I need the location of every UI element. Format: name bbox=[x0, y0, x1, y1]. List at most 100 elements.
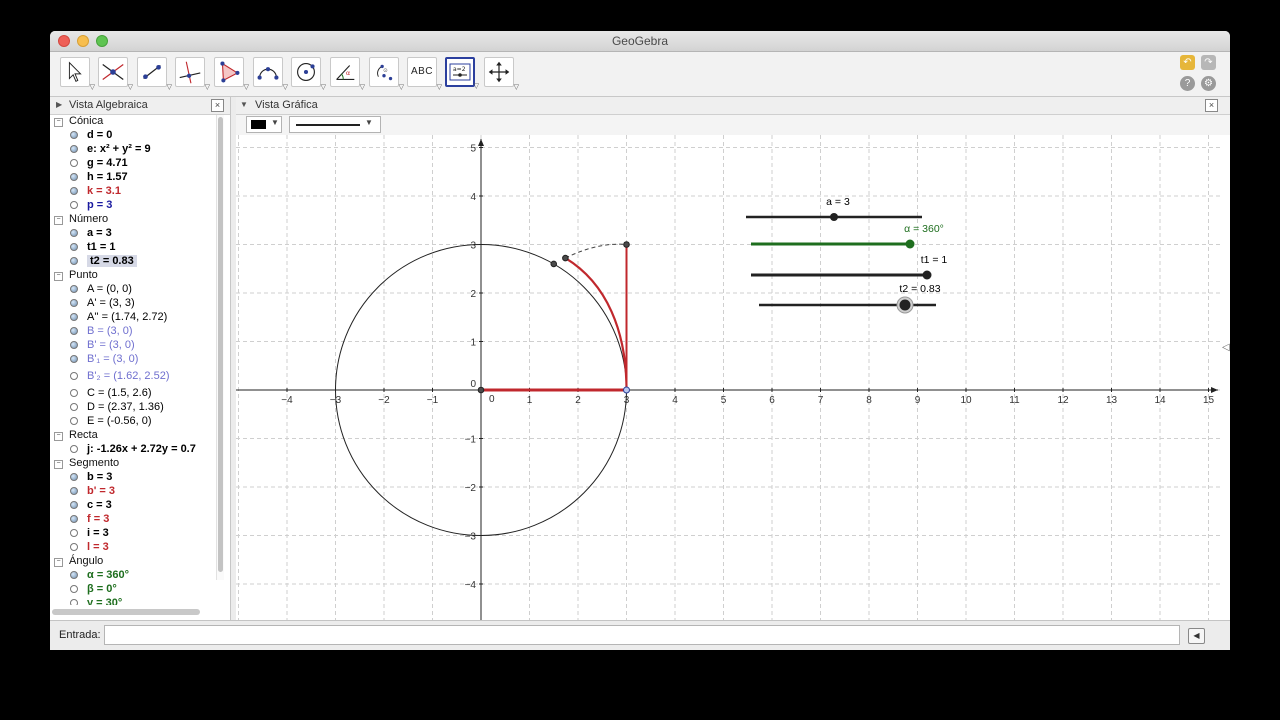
help-icon[interactable]: ? bbox=[1180, 76, 1195, 91]
point[interactable] bbox=[550, 260, 558, 268]
close-graphics-view-button[interactable]: × bbox=[1205, 99, 1218, 112]
category-header[interactable]: − Segmento bbox=[54, 457, 119, 471]
point[interactable] bbox=[562, 254, 569, 262]
algebra-object-row[interactable]: f = 3 bbox=[70, 513, 109, 527]
collapse-box-icon[interactable]: − bbox=[54, 216, 63, 225]
algebra-object-row[interactable]: α = 360° bbox=[70, 569, 129, 583]
algebra-object-row[interactable]: j: -1.26x + 2.72y = 0.7 bbox=[70, 443, 196, 457]
visibility-toggle-icon[interactable] bbox=[70, 543, 78, 551]
category-header[interactable]: − Ángulo bbox=[54, 555, 103, 569]
angle-tool[interactable]: α ▽ bbox=[330, 57, 365, 91]
reflect-tool[interactable]: ⊙ ▽ bbox=[369, 57, 404, 91]
collapse-box-icon[interactable]: − bbox=[54, 272, 63, 281]
input-help-button[interactable]: ◀ bbox=[1188, 628, 1205, 644]
visibility-toggle-icon[interactable] bbox=[70, 571, 78, 579]
algebra-object-row[interactable]: B' = (3, 0) bbox=[70, 339, 135, 353]
visibility-toggle-icon[interactable] bbox=[70, 313, 78, 321]
color-picker[interactable]: ▼ bbox=[246, 116, 282, 133]
algebra-object-row[interactable]: p = 3 bbox=[70, 199, 112, 213]
visibility-toggle-icon[interactable] bbox=[70, 341, 78, 349]
graphics-canvas[interactable]: −4 −3 −2 −1 1 2 3 4 5 6 7 8 9 10 11 12 13 14 1554321−1−2−3… bbox=[236, 135, 1220, 620]
perpendicular-tool[interactable]: ▽ bbox=[175, 57, 210, 91]
visibility-toggle-icon[interactable] bbox=[70, 201, 78, 209]
visibility-toggle-icon[interactable] bbox=[70, 229, 78, 237]
slider-knob[interactable] bbox=[905, 239, 915, 249]
algebra-object-row[interactable]: t1 = 1 bbox=[70, 241, 115, 255]
point[interactable] bbox=[623, 386, 630, 394]
side-panel-toggle-icon[interactable]: ◁ bbox=[1222, 342, 1230, 353]
algebra-object-row[interactable]: A = (0, 0) bbox=[70, 283, 132, 297]
slider-tool[interactable]: a=2 ▽ bbox=[445, 57, 479, 90]
category-header[interactable]: − Recta bbox=[54, 429, 98, 443]
collapse-arrow-icon[interactable]: ▶ bbox=[56, 100, 62, 109]
algebra-object-row[interactable]: g = 4.71 bbox=[70, 157, 128, 171]
collapse-box-icon[interactable]: − bbox=[54, 460, 63, 469]
algebra-object-row[interactable]: k = 3.1 bbox=[70, 185, 121, 199]
conic-arc-k[interactable] bbox=[564, 257, 628, 391]
gear-icon[interactable]: ⚙ bbox=[1201, 76, 1216, 91]
algebra-object-row[interactable]: D = (2.37, 1.36) bbox=[70, 401, 164, 415]
visibility-toggle-icon[interactable] bbox=[70, 187, 78, 195]
collapse-box-icon[interactable]: − bbox=[54, 432, 63, 441]
visibility-toggle-icon[interactable] bbox=[70, 159, 78, 167]
visibility-toggle-icon[interactable] bbox=[70, 257, 78, 265]
category-header[interactable]: − Cónica bbox=[54, 115, 103, 129]
polygon-tool[interactable]: ▽ bbox=[214, 57, 249, 91]
algebra-object-row[interactable]: b' = 3 bbox=[70, 485, 115, 499]
point-tool[interactable]: ▽ bbox=[98, 57, 133, 91]
visibility-toggle-icon[interactable] bbox=[70, 145, 78, 153]
horizontal-scrollbar[interactable] bbox=[52, 609, 200, 615]
visibility-toggle-icon[interactable] bbox=[70, 372, 78, 380]
visibility-toggle-icon[interactable] bbox=[70, 585, 78, 593]
algebra-object-row[interactable]: B'₁ = (3, 0) bbox=[70, 353, 138, 367]
algebra-object-row[interactable]: e: x² + y² = 9 bbox=[70, 143, 151, 157]
expand-arrow-icon[interactable]: ▼ bbox=[240, 100, 248, 109]
visibility-toggle-icon[interactable] bbox=[70, 445, 78, 453]
scrollbar-thumb[interactable] bbox=[218, 117, 223, 572]
algebra-object-row[interactable]: i = 3 bbox=[70, 527, 109, 541]
algebra-object-row[interactable]: B = (3, 0) bbox=[70, 325, 133, 339]
circle-tool[interactable]: ▽ bbox=[291, 57, 326, 91]
slider-knob[interactable] bbox=[830, 213, 838, 221]
vertical-scrollbar[interactable] bbox=[216, 115, 224, 580]
algebra-object-row[interactable]: E = (-0.56, 0) bbox=[70, 415, 152, 429]
algebra-object-row[interactable]: l = 3 bbox=[70, 541, 109, 555]
algebra-object-row[interactable]: β = 0° bbox=[70, 583, 117, 597]
slider-knob[interactable] bbox=[922, 270, 932, 280]
visibility-toggle-icon[interactable] bbox=[70, 299, 78, 307]
algebra-object-row[interactable]: A'' = (1.74, 2.72) bbox=[70, 311, 167, 325]
algebra-object-row[interactable]: t2 = 0.83 bbox=[70, 255, 137, 269]
visibility-toggle-icon[interactable] bbox=[70, 417, 78, 425]
undo-icon[interactable]: ↶ bbox=[1180, 55, 1195, 70]
visibility-toggle-icon[interactable] bbox=[70, 501, 78, 509]
text-tool[interactable]: ABC ▽ bbox=[407, 57, 442, 91]
move-graphics-tool[interactable]: ▽ bbox=[484, 57, 519, 91]
visibility-toggle-icon[interactable] bbox=[70, 327, 78, 335]
point[interactable] bbox=[477, 386, 485, 394]
visibility-toggle-icon[interactable] bbox=[70, 403, 78, 411]
visibility-toggle-icon[interactable] bbox=[70, 515, 78, 523]
visibility-toggle-icon[interactable] bbox=[70, 487, 78, 495]
algebra-object-row[interactable]: b = 3 bbox=[70, 471, 112, 485]
category-header[interactable]: − Número bbox=[54, 213, 108, 227]
collapse-box-icon[interactable]: − bbox=[54, 558, 63, 567]
redo-icon[interactable]: ↷ bbox=[1201, 55, 1216, 70]
collapse-box-icon[interactable]: − bbox=[54, 118, 63, 127]
category-header[interactable]: − Punto bbox=[54, 269, 98, 283]
visibility-toggle-icon[interactable] bbox=[70, 355, 78, 363]
algebra-object-row[interactable]: a = 3 bbox=[70, 227, 112, 241]
visibility-toggle-icon[interactable] bbox=[70, 599, 78, 605]
visibility-toggle-icon[interactable] bbox=[70, 131, 78, 139]
point[interactable] bbox=[623, 241, 630, 248]
algebra-object-row[interactable]: B'₂ = (1.62, 2.52) bbox=[70, 370, 170, 384]
algebra-object-row[interactable]: A' = (3, 3) bbox=[70, 297, 135, 311]
visibility-toggle-icon[interactable] bbox=[70, 173, 78, 181]
visibility-toggle-icon[interactable] bbox=[70, 243, 78, 251]
visibility-toggle-icon[interactable] bbox=[70, 285, 78, 293]
visibility-toggle-icon[interactable] bbox=[70, 529, 78, 537]
slider-knob[interactable] bbox=[899, 299, 911, 311]
line-style-picker[interactable]: ▼ bbox=[289, 116, 381, 133]
input-field[interactable] bbox=[104, 625, 1180, 645]
visibility-toggle-icon[interactable] bbox=[70, 473, 78, 481]
algebra-object-row[interactable]: d = 0 bbox=[70, 129, 112, 143]
